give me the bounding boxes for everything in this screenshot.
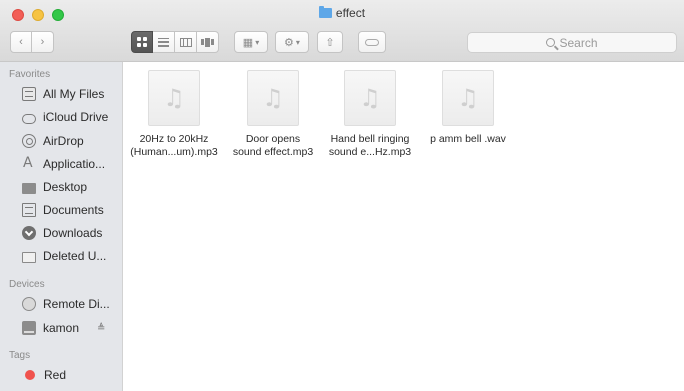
list-view-button[interactable] [153, 31, 175, 53]
sidebar-item-label: Downloads [43, 226, 103, 240]
sidebar-item-label: Deleted U... [43, 249, 107, 263]
sidebar-item-label: Documents [43, 203, 104, 217]
audio-file-icon: ♫ [442, 70, 494, 126]
chevron-right-icon: › [40, 36, 45, 48]
window-title-text: effect [335, 6, 366, 20]
share-icon: ⇧ [325, 36, 335, 49]
sidebar-item-label: AirDrop [43, 134, 84, 148]
sidebar-item-label: Remote Di... [43, 297, 110, 311]
sidebar-item-label: Applicatio... [43, 157, 106, 171]
cover-flow-icon [201, 37, 214, 47]
columns-icon [179, 37, 192, 47]
search-field[interactable]: Search [467, 32, 677, 53]
eject-icon[interactable]: ≜ [97, 323, 105, 334]
sidebar-item-label: iCloud Drive [43, 110, 109, 124]
documents-icon [22, 203, 36, 217]
arrange-icon: ▦ [242, 36, 254, 49]
list-icon [158, 37, 169, 47]
column-view-button[interactable] [175, 31, 197, 53]
downloads-icon [22, 226, 36, 240]
sidebar-item-label: Desktop [43, 180, 88, 194]
folder-icon [318, 6, 332, 18]
cloud-icon [22, 113, 36, 124]
file-name: p amm bell .wav [430, 133, 506, 145]
devices-header: Devices [9, 279, 45, 290]
window-title: effect [0, 6, 684, 20]
file-item[interactable]: ♫ p amm bell .wav [418, 70, 518, 146]
sidebar-item-all-my-files[interactable]: All My Files [22, 84, 120, 104]
audio-file-icon: ♫ [247, 70, 299, 126]
share-button[interactable]: ⇧ [317, 31, 343, 53]
audio-file-icon: ♫ [148, 70, 200, 126]
sidebar: Favorites All My Files iCloud Drive AirD… [0, 62, 123, 391]
tags-header: Tags [9, 350, 31, 361]
file-name: Hand bell ringing sound e...Hz.mp3 [328, 133, 412, 158]
sidebar-item-label: All My Files [43, 87, 105, 101]
toolbar: effect ‹ › ▦ ▾ ⚙ ▾ ⇧ Search [0, 0, 684, 62]
forward-button[interactable]: › [32, 31, 54, 53]
sidebar-item-kamon[interactable]: kamon ≜ [22, 318, 120, 338]
favorites-header: Favorites [9, 69, 51, 80]
red-tag-dot [25, 370, 35, 380]
sidebar-item-downloads[interactable]: Downloads [22, 223, 120, 243]
file-item[interactable]: ♫ 20Hz to 20kHz (Human...um).mp3 [124, 70, 224, 159]
gear-icon: ⚙ [284, 36, 294, 49]
chevron-left-icon: ‹ [19, 36, 23, 48]
tag-icon [365, 38, 379, 46]
folder-icon [22, 251, 36, 263]
audio-file-icon: ♫ [344, 70, 396, 126]
sidebar-item-tag-red[interactable]: Red [23, 365, 121, 385]
drive-icon [22, 321, 36, 335]
search-icon [546, 38, 556, 47]
sidebar-item-airdrop[interactable]: AirDrop [22, 131, 120, 151]
file-name: 20Hz to 20kHz (Human...um).mp3 [130, 133, 218, 158]
sidebar-item-remote-disc[interactable]: Remote Di... [22, 294, 120, 314]
sidebar-item-deleted[interactable]: Deleted U... [22, 246, 120, 266]
file-item[interactable]: ♫ Door opens sound effect.mp3 [223, 70, 323, 159]
chevron-down-icon: ▾ [295, 37, 300, 47]
search-placeholder: Search [559, 35, 598, 50]
chevron-down-icon: ▾ [255, 37, 260, 47]
remote-disc-icon [22, 297, 36, 311]
back-button[interactable]: ‹ [10, 31, 32, 53]
sidebar-item-label: Red [44, 368, 67, 382]
grid-icon [137, 37, 147, 47]
applications-icon [22, 155, 36, 171]
tag-button[interactable] [358, 31, 386, 53]
icon-view-button[interactable] [131, 31, 153, 53]
sidebar-item-desktop[interactable]: Desktop [22, 177, 120, 197]
file-name: Door opens sound effect.mp3 [232, 133, 314, 158]
desktop-icon [22, 182, 36, 194]
arrange-button[interactable]: ▦ ▾ [234, 31, 268, 53]
file-item[interactable]: ♫ Hand bell ringing sound e...Hz.mp3 [320, 70, 420, 159]
view-switcher [131, 31, 219, 53]
airdrop-icon [22, 134, 36, 148]
action-button[interactable]: ⚙ ▾ [275, 31, 309, 53]
all-files-icon [22, 87, 36, 101]
sidebar-item-label: kamon [43, 321, 80, 335]
sidebar-item-applications[interactable]: Applicatio... [22, 154, 120, 174]
sidebar-item-documents[interactable]: Documents [22, 200, 120, 220]
cover-flow-button[interactable] [197, 31, 219, 53]
finder-window: effect ‹ › ▦ ▾ ⚙ ▾ ⇧ Search Favorites Al… [0, 0, 684, 391]
sidebar-item-icloud-drive[interactable]: iCloud Drive [22, 107, 120, 127]
